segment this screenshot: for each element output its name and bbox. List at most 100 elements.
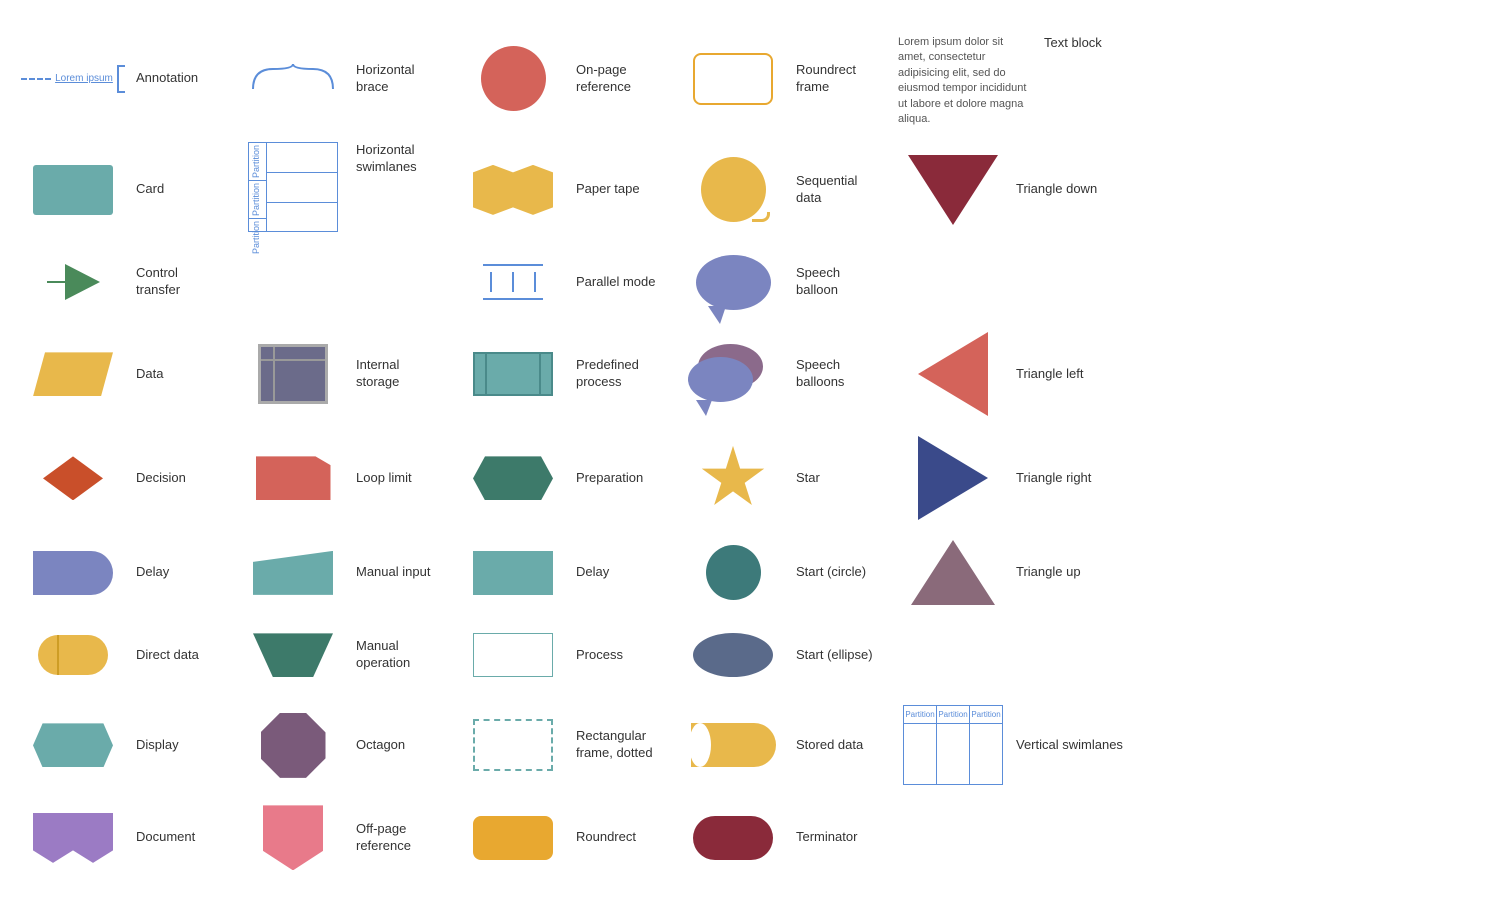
- hswim-partition2: Partition: [249, 181, 263, 218]
- speech-balloons-cell: Speech balloons: [670, 322, 890, 426]
- text-block-label: Text block: [1044, 35, 1102, 52]
- loop-limit-label: Loop limit: [356, 470, 412, 487]
- speech-balloon-label: Speech balloon: [796, 265, 882, 299]
- direct-data-label: Direct data: [136, 647, 199, 664]
- preparation-cell: Preparation: [450, 426, 670, 530]
- start-ellipse-cell: Start (ellipse): [670, 615, 890, 695]
- octagon-label: Octagon: [356, 737, 405, 754]
- document-shape: [18, 813, 128, 863]
- sequential-data-shape: [678, 157, 788, 222]
- terminator-label: Terminator: [796, 829, 857, 846]
- rect-dotted-shape: [458, 719, 568, 771]
- loop-limit-shape: [238, 456, 348, 500]
- paper-tape-cell: Paper tape: [450, 137, 670, 242]
- triangle-right-cell: Triangle right: [890, 426, 1330, 530]
- preparation-shape: [458, 456, 568, 500]
- text-block-shape: Lorem ipsum dolor sit amet, consectetur …: [898, 35, 1028, 127]
- stored-data-shape: [678, 723, 788, 767]
- control-transfer-label: Control transfer: [136, 265, 222, 299]
- on-page-ref-shape: [458, 46, 568, 111]
- roundrect-frame-label: Roundrect frame: [796, 62, 882, 96]
- document-cell: Document: [10, 795, 230, 880]
- parallel-mode-cell: Parallel mode: [450, 242, 670, 322]
- control-transfer-cell: Control transfer: [10, 242, 230, 322]
- manual-op-shape: [238, 633, 348, 677]
- delay2-label: Delay: [576, 564, 609, 581]
- sequential-data-cell: Sequential data: [670, 137, 890, 242]
- triangle-up-label: Triangle up: [1016, 564, 1081, 581]
- vswim-p2: Partition: [938, 710, 967, 719]
- delay-shape: [18, 551, 128, 595]
- direct-data-cell: Direct data: [10, 615, 230, 695]
- octagon-cell: Octagon: [230, 695, 450, 795]
- vswim-p3: Partition: [971, 710, 1000, 719]
- roundrect-shape: [458, 816, 568, 860]
- roundrect-label: Roundrect: [576, 829, 636, 846]
- annotation-shape: Lorem ipsum: [18, 65, 128, 93]
- manual-op-label: Manual operation: [356, 638, 442, 672]
- manual-input-cell: Manual input: [230, 530, 450, 615]
- on-page-ref-cell: On-page reference: [450, 20, 670, 137]
- hswim-partition3: Partition: [249, 219, 263, 256]
- roundrect-frame-shape: [678, 53, 788, 105]
- roundrect-cell: Roundrect: [450, 795, 670, 880]
- star-label: Star: [796, 470, 820, 487]
- stored-data-label: Stored data: [796, 737, 863, 754]
- speech-balloon-cell: Speech balloon: [670, 242, 890, 322]
- terminator-shape: [678, 816, 788, 860]
- data-shape: [18, 352, 128, 396]
- vswimlanes-cell: Partition Partition Partition Vertical s…: [890, 695, 1330, 795]
- direct-data-shape: [18, 635, 128, 675]
- triangle-up-shape-area: [898, 540, 1008, 605]
- start-ellipse-shape: [678, 633, 788, 677]
- card-label: Card: [136, 181, 164, 198]
- triangle-left-label: Triangle left: [1016, 366, 1083, 383]
- decision-label: Decision: [136, 470, 186, 487]
- start-circle-cell: Start (circle): [670, 530, 890, 615]
- vswim-p1: Partition: [905, 710, 934, 719]
- internal-storage-cell: Internal storage: [230, 322, 450, 426]
- hswimlanes-label: Horizontal swimlanes: [356, 142, 442, 176]
- sequential-data-label: Sequential data: [796, 173, 882, 207]
- delay2-shape: [458, 551, 568, 595]
- offpage-label: Off-page reference: [356, 821, 442, 855]
- process-shape: [458, 633, 568, 677]
- card-cell: Card: [10, 137, 230, 242]
- predefined-process-shape: [458, 352, 568, 396]
- triangle-right-shape-area: [898, 436, 1008, 520]
- empty-cell-3: [890, 615, 1330, 695]
- delay2-cell: Delay: [450, 530, 670, 615]
- decision-cell: Decision: [10, 426, 230, 530]
- stored-data-cell: Stored data: [670, 695, 890, 795]
- display-label: Display: [136, 737, 179, 754]
- delay-label: Delay: [136, 564, 169, 581]
- process-label: Process: [576, 647, 623, 664]
- paper-tape-shape: [458, 165, 568, 215]
- delay-cell: Delay: [10, 530, 230, 615]
- manual-op-cell: Manual operation: [230, 615, 450, 695]
- display-cell: Display: [10, 695, 230, 795]
- document-label: Document: [136, 829, 195, 846]
- star-shape: [678, 446, 788, 511]
- speech-balloons-label: Speech balloons: [796, 357, 882, 391]
- control-transfer-shape: [18, 264, 128, 300]
- preparation-label: Preparation: [576, 470, 643, 487]
- manual-input-shape: [238, 551, 348, 595]
- speech-balloons-shape: [678, 339, 788, 409]
- internal-storage-shape: [238, 344, 348, 404]
- start-circle-shape: [678, 545, 788, 600]
- horizontal-brace-label: Horizontal brace: [356, 62, 442, 96]
- empty-cell-2: [890, 242, 1330, 322]
- hswim-partition1: Partition: [249, 143, 263, 180]
- empty-cell-4: [890, 795, 1330, 880]
- terminator-cell: Terminator: [670, 795, 890, 880]
- parallel-mode-shape: [458, 264, 568, 300]
- rect-dotted-cell: Rectangular frame, dotted: [450, 695, 670, 795]
- octagon-shape: [238, 713, 348, 778]
- triangle-left-cell: Triangle left: [890, 322, 1330, 426]
- data-cell: Data: [10, 322, 230, 426]
- paper-tape-label: Paper tape: [576, 181, 640, 198]
- offpage-cell: Off-page reference: [230, 795, 450, 880]
- vswimlanes-label: Vertical swimlanes: [1016, 737, 1123, 754]
- triangle-down-shape-area: [898, 155, 1008, 225]
